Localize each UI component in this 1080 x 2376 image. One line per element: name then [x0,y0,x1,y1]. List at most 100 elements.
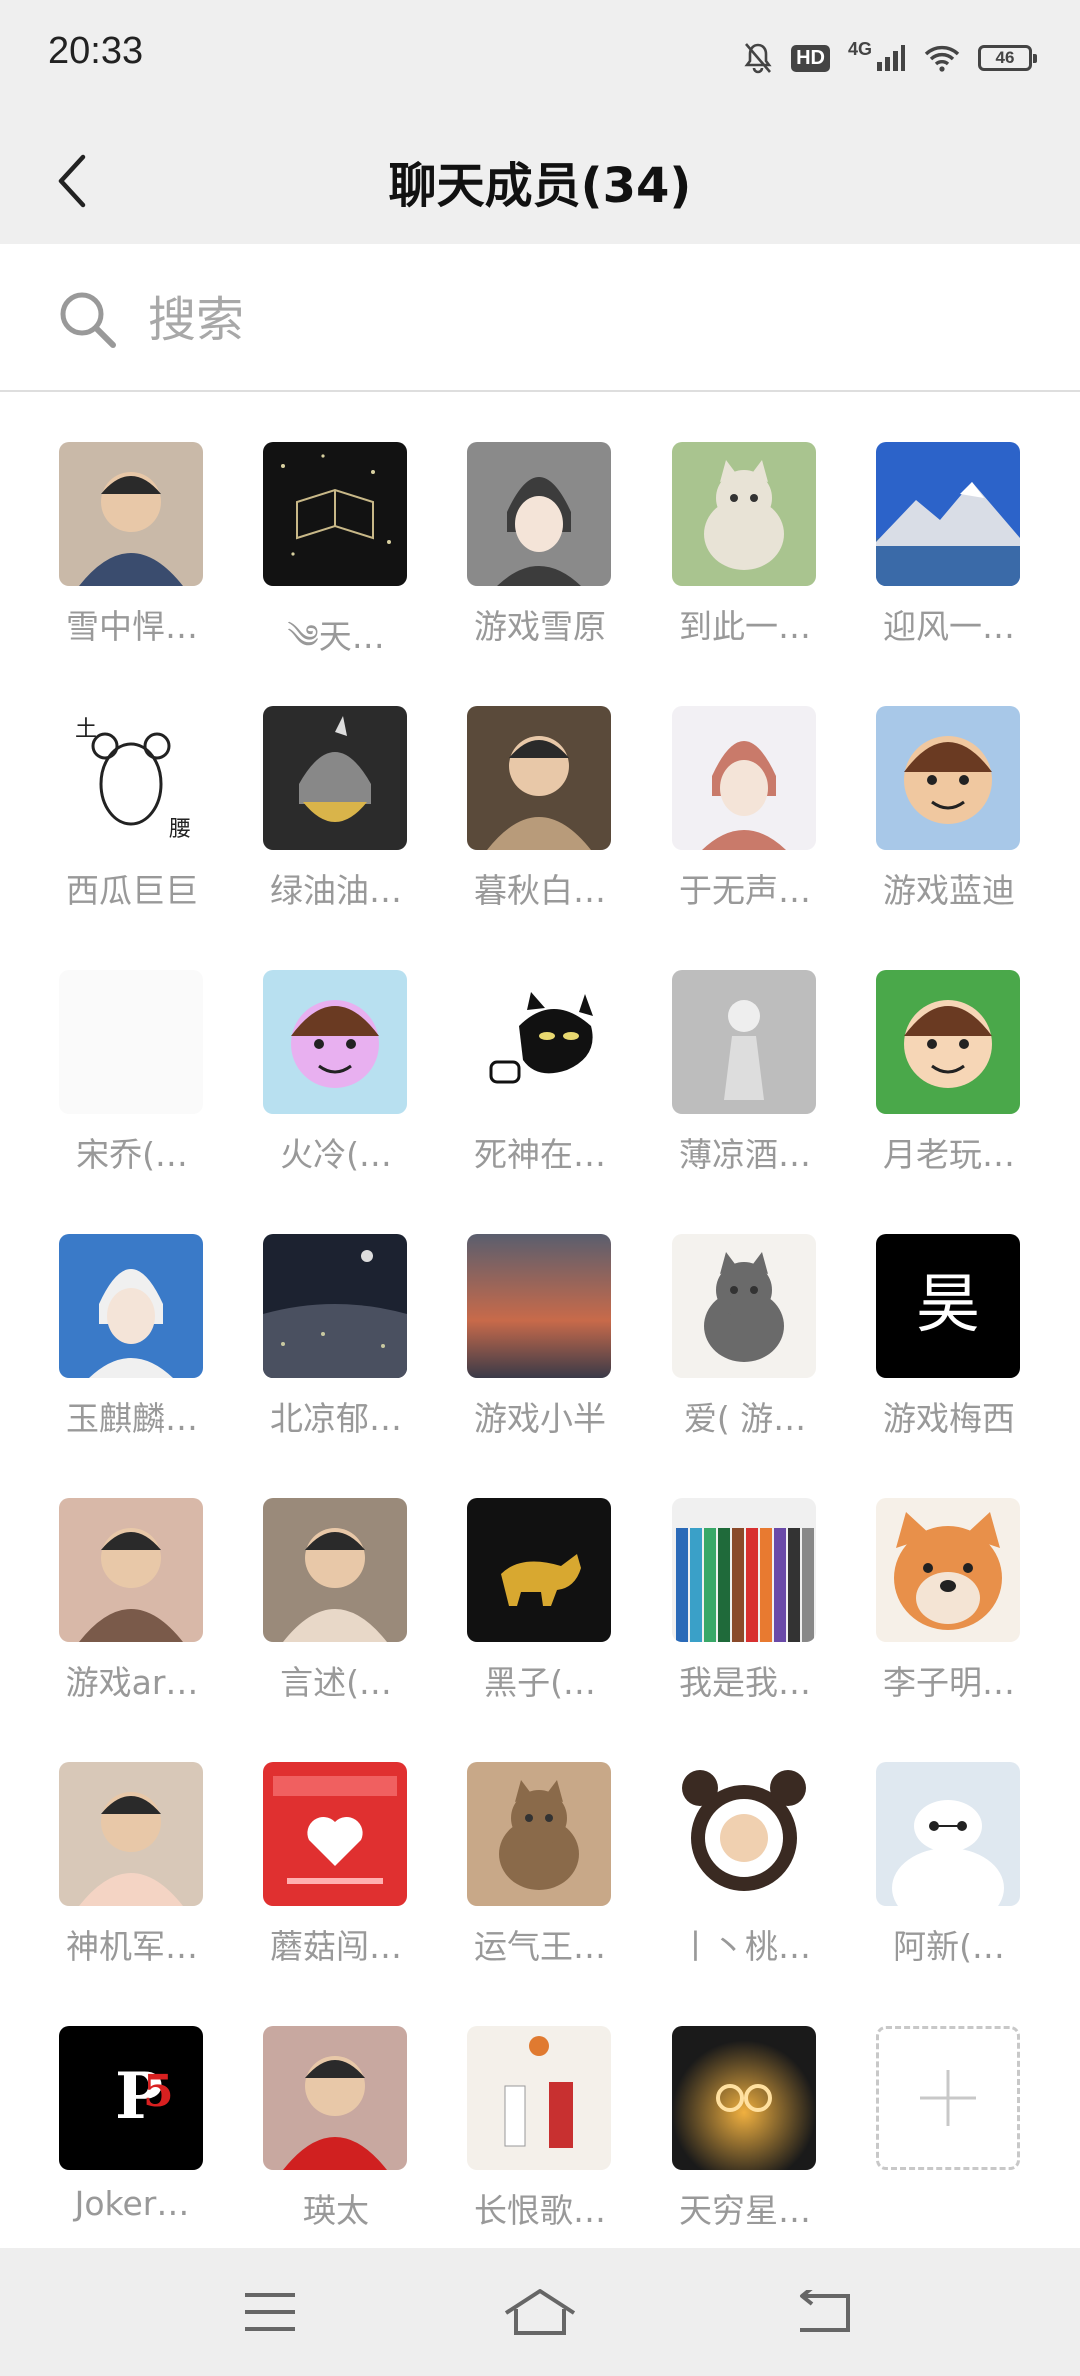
svg-text:5: 5 [143,2066,174,2117]
member-item[interactable]: 暮秋白… [438,656,642,910]
member-item[interactable]: 黑子(… [438,1448,642,1702]
member-item[interactable]: 到此一… [643,392,847,646]
member-item[interactable]: 北凉郁… [234,1184,438,1438]
member-item[interactable]: 迎风一… [847,392,1051,646]
member-item[interactable]: 言述(… [234,1448,438,1702]
member-avatar [672,970,816,1114]
wifi-icon [924,44,960,72]
menu-icon [245,2293,295,2331]
member-item[interactable]: 蘑菇闯… [234,1712,438,1966]
member-avatar [467,1498,611,1642]
member-name: 瑛太 [303,2191,369,2230]
hd-badge: HD [791,44,830,72]
member-name: 西瓜巨巨 [66,871,198,910]
member-name: 雪中悍… [66,607,198,646]
member-avatar [59,1234,203,1378]
member-name: 李子明… [883,1663,1015,1702]
nav-bar [0,2248,1080,2376]
mute-bell-icon [743,42,773,74]
member-name: 运气王… [474,1927,606,1966]
member-avatar [672,2026,816,2170]
member-item[interactable]: 游戏雪原 [438,392,642,646]
member-name: 迎风一… [883,607,1015,646]
member-item[interactable]: ༄天… [234,392,438,656]
member-item[interactable]: 天穷星… [643,1976,847,2230]
member-name: 天穷星… [679,2191,811,2230]
member-item[interactable]: 长恨歌… [438,1976,642,2230]
battery-icon: 46 [978,45,1037,71]
member-item[interactable]: 神机军… [30,1712,234,1966]
member-avatar [467,1762,611,1906]
member-name: 死神在… [474,1135,606,1174]
member-avatar [672,442,816,586]
member-name: 玉麒麟… [66,1399,198,1438]
member-name: 暮秋白… [474,871,606,910]
member-avatar [263,442,407,586]
nav-menu-button[interactable] [210,2276,330,2348]
member-avatar [263,706,407,850]
svg-text:腰: 腰 [169,817,191,842]
member-item[interactable]: 我是我… [643,1448,847,1702]
member-avatar [672,706,816,850]
member-name: 爱( 游… [683,1399,807,1438]
member-item[interactable]: 绿油油… [234,656,438,910]
member-name: 长恨歌… [474,2191,606,2230]
member-name: 北凉郁… [270,1399,402,1438]
member-item[interactable]: 阿新(… [847,1712,1051,1966]
member-avatar [263,1498,407,1642]
member-name: 丨丶桃… [679,1927,811,1966]
nav-back-button[interactable] [764,2276,884,2348]
add-member-button[interactable] [847,1976,1051,2226]
member-item[interactable]: 丨丶桃… [643,1712,847,1966]
member-item[interactable]: 游戏小半 [438,1184,642,1438]
member-avatar [59,1498,203,1642]
member-name: 月老玩… [883,1135,1015,1174]
member-item[interactable]: 薄凉酒… [643,920,847,1174]
member-item[interactable]: 瑛太 [234,1976,438,2230]
member-name: 游戏蓝迪 [883,871,1015,910]
member-avatar [467,706,611,850]
member-item[interactable]: P 5 Joker… [30,1976,234,2226]
member-name: 言述(… [280,1663,392,1702]
member-item[interactable]: 运气王… [438,1712,642,1966]
search-input[interactable] [146,284,1030,356]
member-avatar [467,442,611,586]
member-avatar [467,1234,611,1378]
search-bar [0,244,1080,392]
member-item[interactable]: 月老玩… [847,920,1051,1174]
svg-text:土: 土 [75,717,97,742]
member-avatar [876,442,1020,586]
member-item[interactable]: 玉麒麟… [30,1184,234,1438]
member-item[interactable]: 宋乔(… [30,920,234,1174]
member-avatar [263,1762,407,1906]
member-item[interactable]: 爱( 游… [643,1184,847,1438]
nav-home-button[interactable] [480,2276,600,2348]
member-avatar: 昊 [876,1234,1020,1378]
member-avatar: P5 [59,2026,203,2170]
member-avatar [876,1762,1020,1906]
member-item[interactable]: 于无声… [643,656,847,910]
member-avatar [59,970,203,1114]
member-item[interactable]: 火冷(… [234,920,438,1174]
status-bar: 20:33 HD 4G 46 [0,0,1080,116]
member-name: 到此一… [679,607,811,646]
status-icons: HD 4G 46 [743,38,1037,78]
member-grid: 雪中悍… ༄天… 游戏雪原 到此一… 迎风一… 土腰西瓜巨巨 绿油油… 暮秋白… 于无声… 游戏蓝… [0,392,1080,2248]
member-item[interactable]: 土腰西瓜巨巨 [30,656,234,910]
app-header: 聊天成员(34) [0,116,1080,244]
member-item[interactable]: 游戏ar… [30,1448,234,1702]
member-name: 蘑菇闯… [270,1927,402,1966]
signal-icon [876,44,906,72]
member-item[interactable]: 游戏蓝迪 [847,656,1051,910]
member-avatar [263,1234,407,1378]
member-avatar [59,1762,203,1906]
member-item[interactable]: 死神在… [438,920,642,1174]
member-name: 游戏雪原 [474,607,606,646]
member-item[interactable]: 雪中悍… [30,392,234,646]
member-avatar [467,2026,611,2170]
member-item[interactable]: 昊游戏梅西 [847,1184,1051,1438]
member-name: 神机军… [66,1927,198,1966]
member-avatar [263,970,407,1114]
member-name: 火冷(… [280,1135,392,1174]
member-item[interactable]: 李子明… [847,1448,1051,1702]
